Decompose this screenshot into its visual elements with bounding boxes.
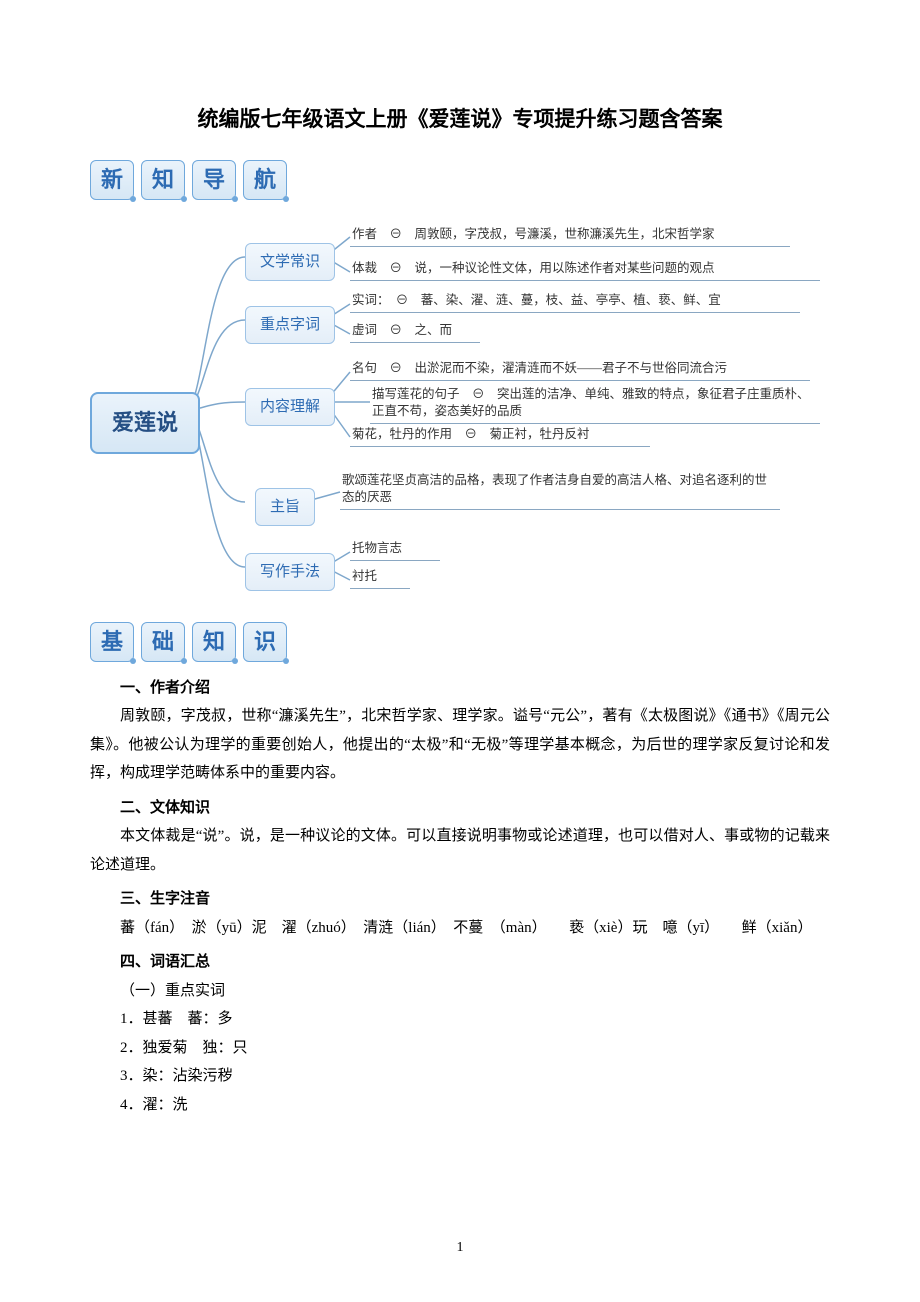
vocab-item: 2．独爱菊 独：只	[90, 1034, 830, 1063]
section-pinyin-para: 蕃（fán） 淤（yū）泥 濯（zhuó） 清涟（lián） 不蔓 （màn） …	[90, 914, 830, 943]
page-number: 1	[0, 1235, 920, 1262]
section-author-para: 周敦颐，字茂叔，世称“濂溪先生”，北宋哲学家、理学家。谥号“元公”，著有《太极图…	[90, 702, 830, 788]
vocab-item: 3．染：沾染污秽	[90, 1062, 830, 1091]
mm-branch-vocab: 重点字词	[245, 306, 335, 345]
vocab-item: 1．甚蕃 蕃：多	[90, 1005, 830, 1034]
tag-char: 知	[192, 622, 236, 662]
mindmap: 爱莲说 文学常识 重点字词 内容理解 主旨 写作手法 作者 ⊖ 周敦颐，字茂叔，…	[90, 212, 830, 612]
mm-leaf: 托物言志	[350, 540, 440, 561]
section-style-heading: 二、文体知识	[90, 794, 830, 823]
tag-char: 基	[90, 622, 134, 662]
mm-leaf: 描写莲花的句子 ⊖ 突出莲的洁净、单纯、雅致的特点，象征君子庄重质朴、正直不苟，…	[370, 386, 820, 424]
section-vocab-sub: （一）重点实词	[90, 977, 830, 1006]
tag-char: 础	[141, 622, 185, 662]
section-author-heading: 一、作者介绍	[90, 674, 830, 703]
vocab-item: 4．濯：洗	[90, 1091, 830, 1120]
page-title: 统编版七年级语文上册《爱莲说》专项提升练习题含答案	[90, 100, 830, 140]
mm-leaf: 菊花，牡丹的作用 ⊖ 菊正衬，牡丹反衬	[350, 426, 650, 447]
section-pinyin-heading: 三、生字注音	[90, 885, 830, 914]
mm-leaf: 歌颂莲花坚贞高洁的品格，表现了作者洁身自爱的高洁人格、对追名逐利的世态的厌恶	[340, 472, 780, 510]
tag-char: 航	[243, 160, 287, 200]
mm-branch-theme: 主旨	[255, 488, 315, 527]
mm-leaf: 衬托	[350, 568, 410, 589]
tag-char: 识	[243, 622, 287, 662]
tag-row-nav: 新 知 导 航	[90, 160, 830, 200]
tag-char: 知	[141, 160, 185, 200]
section-vocab-heading: 四、词语汇总	[90, 948, 830, 977]
tag-char: 导	[192, 160, 236, 200]
mm-branch-literary: 文学常识	[245, 243, 335, 282]
mm-branch-technique: 写作手法	[245, 553, 335, 592]
mindmap-root: 爱莲说	[90, 392, 200, 454]
mm-leaf: 虚词 ⊖ 之、而	[350, 322, 480, 343]
tag-char: 新	[90, 160, 134, 200]
mm-leaf: 实词： ⊖ 蕃、染、濯、涟、蔓，枝、益、亭亭、植、亵、鲜、宜	[350, 292, 800, 313]
mm-branch-content: 内容理解	[245, 388, 335, 427]
mm-leaf: 体裁 ⊖ 说，一种议论性文体，用以陈述作者对某些问题的观点	[350, 260, 820, 281]
mm-leaf: 作者 ⊖ 周敦颐，字茂叔，号濂溪，世称濂溪先生，北宋哲学家	[350, 226, 790, 247]
tag-row-basics: 基 础 知 识	[90, 622, 830, 662]
section-style-para: 本文体裁是“说”。说，是一种议论的文体。可以直接说明事物或论述道理，也可以借对人…	[90, 822, 830, 879]
mm-leaf: 名句 ⊖ 出淤泥而不染，濯清涟而不妖——君子不与世俗同流合污	[350, 360, 810, 381]
